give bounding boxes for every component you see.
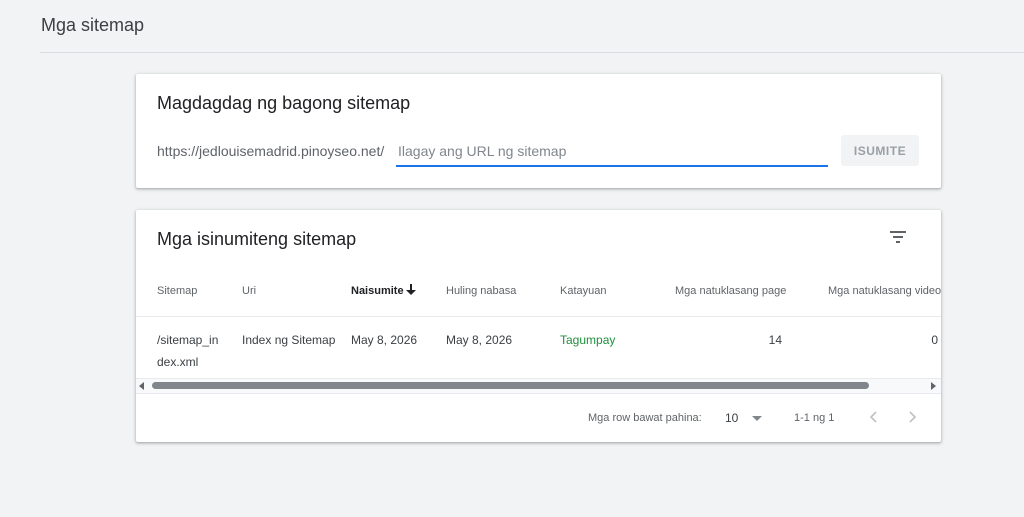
sitemap-url-input[interactable] — [396, 138, 828, 164]
column-header-submitted[interactable]: Naisumite — [351, 285, 404, 297]
pagination-range: 1-1 ng 1 — [794, 412, 835, 424]
submitted-sitemaps-title: Mga isinumiteng sitemap — [157, 229, 357, 249]
cell-discovered-videos: 0 — [931, 333, 938, 347]
cell-submitted: May 8, 2026 — [351, 333, 418, 347]
scroll-left-icon[interactable] — [139, 382, 144, 390]
scrollbar-thumb[interactable] — [152, 382, 869, 389]
rows-per-page-select[interactable]: 10 — [722, 408, 764, 428]
page-header: Mga sitemap — [0, 0, 1024, 52]
header-divider — [40, 52, 1024, 53]
caret-down-icon — [752, 416, 762, 421]
chevron-left-icon[interactable] — [864, 407, 884, 427]
cell-sitemap: /sitemap_index.xml — [157, 333, 219, 369]
column-header-type[interactable]: Uri — [242, 285, 256, 297]
chevron-right-icon[interactable] — [902, 407, 922, 427]
page-title: Mga sitemap — [41, 15, 145, 35]
submitted-sitemaps-card: Mga isinumiteng sitemap Sitemap Uri Nais… — [136, 210, 941, 442]
cell-discovered-pages: 14 — [768, 333, 782, 347]
table-header-divider — [136, 316, 941, 317]
arrow-down-icon[interactable] — [405, 283, 417, 297]
column-header-status[interactable]: Katayuan — [560, 285, 606, 297]
rows-per-page-value: 10 — [725, 411, 739, 425]
filter-list-icon[interactable] — [888, 228, 908, 246]
column-header-discovered-pages[interactable]: Mga natuklasang page — [675, 285, 786, 297]
column-header-last-read[interactable]: Huling nabasa — [446, 285, 516, 297]
add-sitemap-title: Magdagdag ng bagong sitemap — [157, 93, 411, 113]
sitemap-url-field[interactable] — [396, 138, 828, 167]
horizontal-scrollbar[interactable] — [136, 378, 941, 394]
cell-last-read: May 8, 2026 — [446, 333, 513, 347]
column-header-discovered-videos[interactable]: Mga natuklasang video — [828, 285, 941, 297]
column-header-sitemap[interactable]: Sitemap — [157, 285, 197, 297]
scroll-right-icon[interactable] — [931, 382, 936, 390]
cell-type: Index ng Sitemap — [242, 333, 336, 347]
cell-status: Tagumpay — [560, 333, 616, 347]
sitemap-url-prefix: https://jedlouisemadrid.pinoyseo.net/ — [157, 143, 385, 159]
add-sitemap-card: Magdagdag ng bagong sitemap https://jedl… — [136, 74, 941, 188]
rows-per-page-label: Mga row bawat pahina: — [588, 412, 702, 424]
submit-button[interactable]: ISUMITE — [841, 135, 919, 166]
